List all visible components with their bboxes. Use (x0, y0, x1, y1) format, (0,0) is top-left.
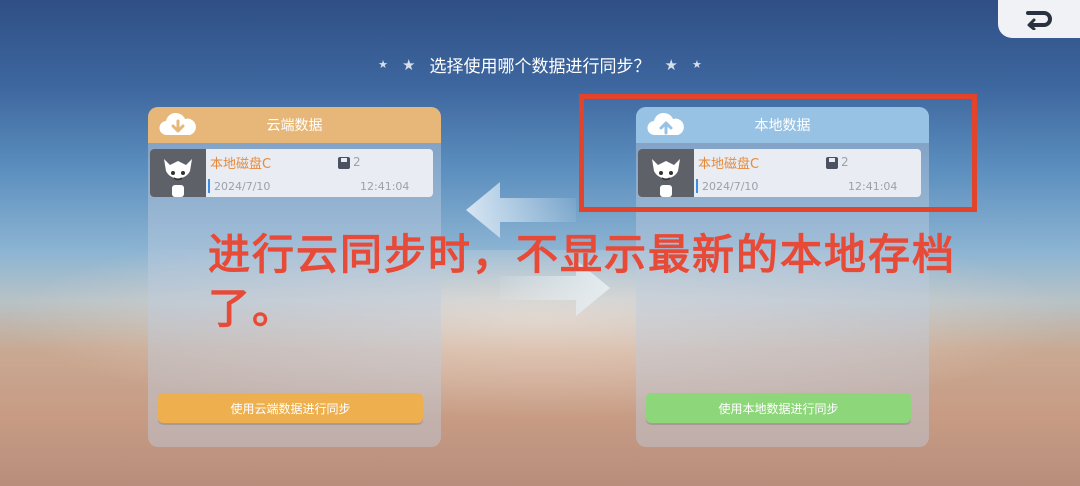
use-cloud-data-button[interactable]: 使用云端数据进行同步 (158, 393, 423, 423)
page-title: 选择使用哪个数据进行同步？ (429, 57, 651, 77)
back-arrow-icon (1026, 11, 1052, 30)
save-slot-name: 本地磁盘C (210, 157, 272, 172)
save-time: 12:41:04 (360, 180, 410, 193)
star-icon: ★ (691, 58, 702, 71)
cloud-download-icon (159, 112, 196, 136)
page-title-row: ★ ★ 选择使用哪个数据进行同步？ ★ ★ (0, 52, 1080, 78)
disk-icon (338, 157, 350, 169)
back-button[interactable] (998, 0, 1080, 38)
star-icon: ★ (664, 55, 678, 74)
cloud-save-slot[interactable]: 本地磁盘C 2 2024/7/10 12:41:04 (150, 149, 433, 197)
avatar (150, 149, 206, 197)
cloud-panel-header: 云端数据 (148, 107, 441, 143)
save-slot-count: 2 (353, 155, 361, 169)
cloud-panel-title: 云端数据 (266, 118, 323, 134)
save-date: 2024/7/10 (214, 180, 271, 193)
character-avatar-icon (164, 159, 192, 197)
star-icon: ★ (402, 55, 416, 74)
use-local-data-button[interactable]: 使用本地数据进行同步 (646, 393, 911, 423)
annotation-text: 进行云同步时，不显示最新的本地存档了。 (208, 230, 957, 333)
slot-indicator-bar (208, 179, 210, 193)
annotation-highlight-box (579, 94, 977, 212)
star-icon: ★ (378, 58, 389, 71)
